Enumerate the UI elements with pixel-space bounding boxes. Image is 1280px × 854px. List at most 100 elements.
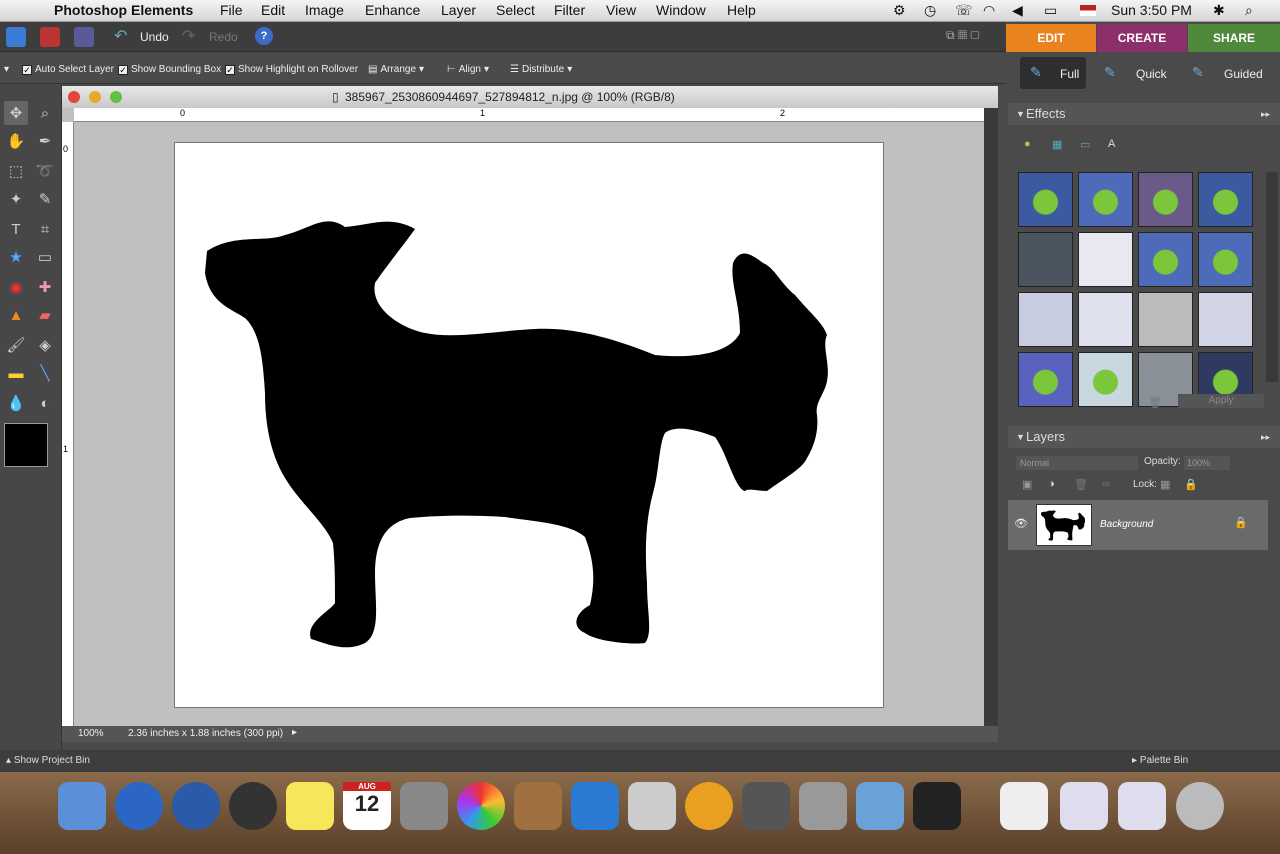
tool-presets-menu[interactable]: ▾ <box>4 64 9 75</box>
effect-thumbnail[interactable] <box>1018 352 1073 407</box>
align-menu[interactable]: ⊢ Align ▾ <box>447 64 489 75</box>
tab-edit[interactable]: EDIT <box>1006 24 1096 52</box>
photo-app-icon[interactable] <box>856 782 904 830</box>
gradient-tool-icon[interactable]: ▬ <box>4 361 28 385</box>
red-eye-tool-icon[interactable]: ◉ <box>4 275 28 299</box>
menu-select[interactable]: Select <box>496 2 535 18</box>
effect-thumbnail[interactable] <box>1018 232 1073 287</box>
project-bin-toggle[interactable]: ▴ Show Project Bin <box>6 755 90 766</box>
itunes-icon[interactable] <box>115 782 163 830</box>
menu-enhance[interactable]: Enhance <box>365 2 420 18</box>
distribute-menu[interactable]: ☰ Distribute ▾ <box>510 64 572 75</box>
undo-button[interactable]: Undo <box>140 30 169 44</box>
blur-tool-icon[interactable]: 💧 <box>4 391 28 415</box>
effect-thumbnail[interactable] <box>1138 172 1193 227</box>
menu-window[interactable]: Window <box>656 2 706 18</box>
window-arrange-icon[interactable]: ⧉ ▦ ▢ <box>946 28 980 43</box>
dashboard-icon[interactable] <box>229 782 277 830</box>
tab-share[interactable]: SHARE <box>1188 24 1280 52</box>
photos-icon[interactable] <box>457 782 505 830</box>
show-highlight[interactable]: ✓ Show Highlight on Rollover <box>225 64 358 75</box>
trash-icon[interactable] <box>1176 782 1224 830</box>
new-layer-icon[interactable]: ▣ <box>1022 478 1032 491</box>
new-icon[interactable] <box>6 27 26 47</box>
shape-tool-icon[interactable]: ╲ <box>33 361 57 385</box>
clock[interactable]: Sun 3:50 PM <box>1111 2 1192 18</box>
collapse-triangle-icon[interactable]: ▼ <box>1016 426 1025 448</box>
panel-menu-icon[interactable]: ▸▸ <box>1261 103 1270 125</box>
quick-selection-tool-icon[interactable]: ✎ <box>33 187 57 211</box>
checkbox-icon[interactable]: ✓ <box>118 64 128 75</box>
window-thumbnail-icon[interactable] <box>1118 782 1166 830</box>
photo-effects-icon[interactable]: ▭ <box>1080 138 1090 151</box>
battery-icon[interactable]: ▭ <box>1044 2 1057 19</box>
hand-tool-icon[interactable]: ✋ <box>4 129 28 153</box>
layers-panel-header[interactable]: ▼ Layers ▸▸ <box>1008 426 1280 448</box>
volume-icon[interactable]: ◀ <box>1012 2 1023 19</box>
collapse-triangle-icon[interactable]: ▼ <box>1016 103 1025 125</box>
view-full-button[interactable]: ✎ Full <box>1020 57 1086 89</box>
effect-thumbnail[interactable] <box>1138 292 1193 347</box>
visibility-eye-icon[interactable]: 👁 <box>1014 517 1028 530</box>
auto-select-layer[interactable]: ✓ Auto Select Layer <box>22 64 114 75</box>
spotlight-icon[interactable]: ⌕ <box>1245 2 1253 19</box>
phone-icon[interactable]: ☏ <box>955 2 973 19</box>
effect-thumbnail[interactable] <box>1198 172 1253 227</box>
canvas-area[interactable] <box>74 122 984 726</box>
bucket-icon[interactable] <box>514 782 562 830</box>
guided-edit-icon[interactable]: ✎ <box>1192 64 1204 81</box>
zoom-tool-icon[interactable]: ⌕ <box>33 101 57 125</box>
lock-transparent-icon[interactable]: ▦ <box>1160 478 1170 491</box>
magic-wand-tool-icon[interactable]: ✦ <box>4 187 28 211</box>
panel-menu-icon[interactable]: ▸▸ <box>1261 426 1270 448</box>
checkbox-icon[interactable]: ✓ <box>225 64 235 75</box>
effect-thumbnail[interactable] <box>1018 172 1073 227</box>
bridge-icon[interactable] <box>40 27 60 47</box>
marquee-tool-icon[interactable]: ⬚ <box>4 159 28 183</box>
effect-thumbnail[interactable] <box>1078 292 1133 347</box>
clone-stamp-tool-icon[interactable]: ▲ <box>4 303 28 327</box>
move-tool-icon[interactable]: ✥ <box>4 101 28 125</box>
show-bounding-box[interactable]: ✓ Show Bounding Box <box>118 64 221 75</box>
lasso-tool-icon[interactable]: ➰ <box>33 159 57 183</box>
info-menu-arrow-icon[interactable]: ▸ <box>292 727 297 738</box>
filters-icon[interactable]: ● <box>1024 138 1031 150</box>
us-flag-icon[interactable] <box>1080 5 1096 16</box>
view-quick-button[interactable]: Quick <box>1136 67 1167 81</box>
hp-printer-utility-icon[interactable] <box>628 782 676 830</box>
brush-tool-icon[interactable]: 🖌 <box>4 333 28 357</box>
adjustment-layer-icon[interactable]: ◑ <box>1048 478 1055 490</box>
image-canvas[interactable] <box>174 142 884 708</box>
finder-icon[interactable] <box>58 782 106 830</box>
hp-scanner-icon[interactable] <box>742 782 790 830</box>
airport-icon[interactable] <box>685 782 733 830</box>
zoom-level[interactable]: 100% <box>78 728 104 739</box>
opacity-field[interactable]: 100% <box>1184 456 1230 470</box>
arrange-menu[interactable]: ▤ Arrange ▾ <box>368 64 424 75</box>
bluetooth-icon[interactable]: ✱ <box>1213 2 1225 19</box>
printer-icon[interactable] <box>913 782 961 830</box>
minimize-icon[interactable] <box>89 91 101 103</box>
delete-layer-icon[interactable]: 🗑 <box>1074 478 1088 491</box>
ical-icon[interactable]: AUG 12 <box>343 782 391 830</box>
document-stack-icon[interactable] <box>1000 782 1048 830</box>
apply-button[interactable]: Apply <box>1178 394 1264 408</box>
straighten-tool-icon[interactable]: ▭ <box>33 245 57 269</box>
effect-thumbnail[interactable] <box>1138 232 1193 287</box>
tab-create[interactable]: CREATE <box>1097 24 1187 52</box>
internet-explorer-icon[interactable] <box>172 782 220 830</box>
quick-edit-icon[interactable]: ✎ <box>1104 64 1116 81</box>
close-icon[interactable] <box>68 91 80 103</box>
stickies-icon[interactable] <box>286 782 334 830</box>
trash-icon[interactable]: 🗑 <box>1148 396 1162 409</box>
undo-icon[interactable]: ↶ <box>114 27 134 47</box>
effects-scrollbar[interactable] <box>1266 172 1278 382</box>
window-thumbnail-icon[interactable] <box>1060 782 1108 830</box>
type-tool-icon[interactable]: T <box>4 217 28 241</box>
link-layers-icon[interactable]: ∞ <box>1102 478 1110 490</box>
menu-help[interactable]: Help <box>727 2 756 18</box>
view-guided-button[interactable]: Guided <box>1224 67 1263 81</box>
paint-bucket-tool-icon[interactable]: ◈ <box>33 333 57 357</box>
wifi-icon[interactable]: ◠ <box>983 2 995 19</box>
app-menu[interactable]: Photoshop Elements <box>54 2 193 18</box>
